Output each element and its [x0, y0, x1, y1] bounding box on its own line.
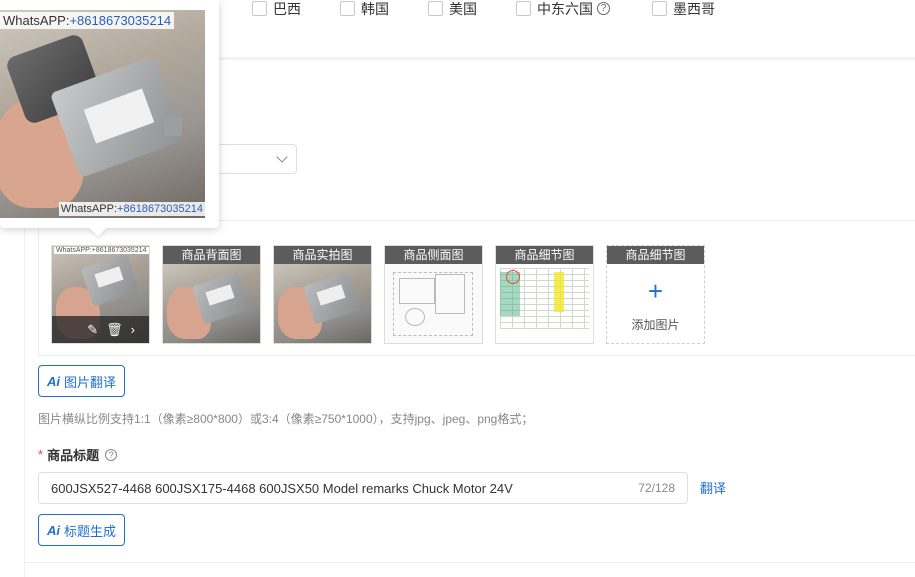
watermark-text: WhatsAPP:+8618673035214: [0, 12, 175, 29]
help-icon[interactable]: ?: [597, 2, 610, 15]
product-photo: [274, 264, 371, 343]
image-thumb-main[interactable]: WhatsAPP:+8618673035214 ✎ 🗑 ›: [51, 245, 150, 344]
preview-image: WhatsAPP:+8618673035214 WhatsAPP:+861867…: [0, 10, 205, 218]
plus-icon[interactable]: +: [607, 278, 704, 304]
pencil-icon[interactable]: ✎: [87, 322, 98, 338]
title-generate-button[interactable]: Ai 标题生成: [38, 514, 126, 546]
image-add-slot[interactable]: 商品细节图 + 添加图片: [606, 245, 705, 344]
chevron-down-icon[interactable]: [276, 151, 288, 163]
translate-link[interactable]: 翻译: [700, 478, 726, 497]
image-thumb-detail[interactable]: 商品细节图: [495, 245, 594, 344]
section-divider: [24, 562, 915, 563]
help-icon[interactable]: ?: [105, 448, 118, 461]
ai-icon: Ai: [47, 522, 60, 538]
checkbox-label: 墨西哥: [673, 0, 715, 17]
checkbox-korea[interactable]: 韩国: [340, 0, 389, 17]
required-mark: *: [38, 447, 44, 462]
image-caption: 商品侧面图: [385, 246, 482, 264]
image-caption: 商品背面图: [163, 246, 260, 264]
image-thumb-real[interactable]: 商品实拍图: [273, 245, 372, 344]
technical-drawing: [385, 264, 482, 343]
chevron-right-icon[interactable]: ›: [131, 322, 135, 337]
image-thumb-back[interactable]: 商品背面图: [162, 245, 261, 344]
checkbox-label: 韩国: [361, 0, 389, 17]
checkbox-box[interactable]: [340, 1, 355, 16]
checkbox-box[interactable]: [252, 1, 267, 16]
image-thumb-side[interactable]: 商品侧面图: [384, 245, 483, 344]
image-caption: 商品实拍图: [274, 246, 371, 264]
image-hover-actions: ✎ 🗑 ›: [52, 316, 149, 343]
char-counter: 72/128: [638, 481, 675, 495]
label-text: 商品标题: [47, 448, 100, 463]
watermark-text: WhatsAPP:+8618673035214: [54, 247, 149, 254]
checkbox-label: 巴西: [273, 0, 301, 17]
checkbox-box[interactable]: [516, 1, 531, 16]
checkbox-mexico[interactable]: 墨西哥: [652, 0, 715, 17]
checkbox-label: 中东六国: [537, 0, 593, 17]
image-caption: 商品细节图: [496, 246, 593, 264]
checkbox-box[interactable]: [652, 1, 667, 16]
product-title-label: * 商品标题 ?: [38, 445, 118, 464]
checkbox-label: 美国: [449, 0, 477, 17]
watermark-text: WhatsAPP:+8618673035214: [58, 202, 205, 216]
product-photo: [163, 264, 260, 343]
button-label: 图片翻译: [64, 374, 117, 390]
trash-icon[interactable]: 🗑: [106, 322, 123, 338]
checkbox-box[interactable]: [428, 1, 443, 16]
image-format-hint: 图片横纵比例支持1:1（像素≥800*800）或3:4（像素≥750*1000）…: [38, 412, 534, 426]
image-caption: 商品细节图: [607, 246, 704, 264]
ai-icon: Ai: [47, 373, 60, 389]
spec-table-image: [496, 264, 593, 343]
checkbox-brazil[interactable]: 巴西: [252, 0, 301, 17]
image-translate-button[interactable]: Ai 图片翻译: [38, 365, 126, 397]
checkbox-usa[interactable]: 美国: [428, 0, 477, 17]
button-label: 标题生成: [64, 523, 117, 539]
add-image-label: 添加图片: [631, 318, 680, 332]
title-input-value[interactable]: 600JSX527-4468 600JSX175-4468 600JSX50 M…: [51, 481, 630, 496]
checkbox-middle-east[interactable]: 中东六国 ?: [516, 0, 610, 17]
product-title-input[interactable]: 600JSX527-4468 600JSX175-4468 600JSX50 M…: [38, 472, 688, 504]
image-preview-popover: WhatsAPP:+8618673035214 WhatsAPP:+861867…: [0, 0, 219, 237]
